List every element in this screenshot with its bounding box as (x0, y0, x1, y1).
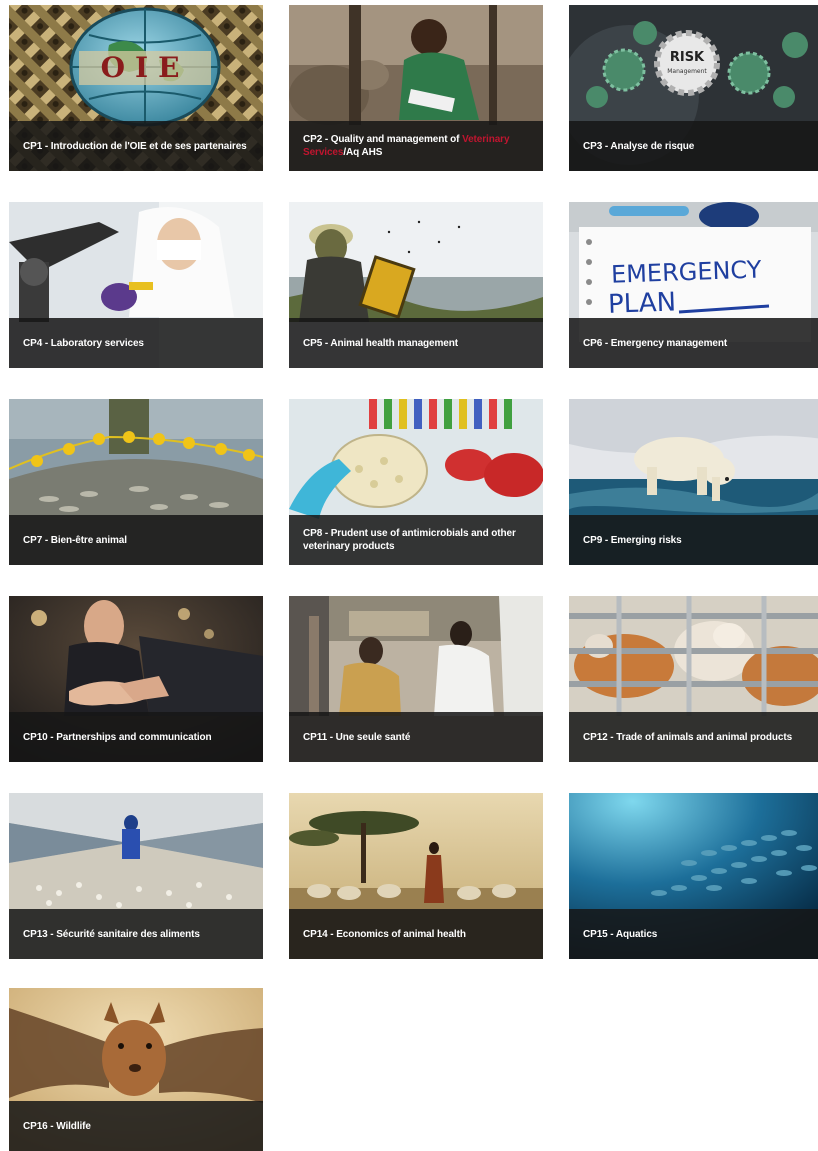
course-card-cp14[interactable]: CP14 - Economics of animal health (289, 793, 543, 959)
course-card-cp15-label: CP15 - Aquatics (569, 909, 818, 959)
svg-text:OIE: OIE (101, 51, 190, 84)
course-card-cp13[interactable]: CP13 - Sécurité sanitaire des aliments (9, 793, 263, 959)
course-card-cp4-label: CP4 - Laboratory services (9, 318, 263, 368)
course-card-cp15[interactable]: CP15 - Aquatics (569, 793, 818, 959)
course-card-cp8-label: CP8 - Prudent use of antimicrobials and … (289, 515, 543, 565)
course-card-cp9[interactable]: CP9 - Emerging risks (569, 399, 818, 565)
course-card-cp6[interactable]: EMERGENCY PLAN CP6 - Emergency managemen… (569, 202, 818, 368)
course-card-cp7-label: CP7 - Bien-être animal (9, 515, 263, 565)
course-card-cp5[interactable]: CP5 - Animal health management (289, 202, 543, 368)
svg-text:EMERGENCY: EMERGENCY (611, 255, 763, 288)
course-card-cp3-label: CP3 - Analyse de risque (569, 121, 818, 171)
course-card-cp11[interactable]: CP11 - Une seule santé (289, 596, 543, 762)
course-card-cp13-label: CP13 - Sécurité sanitaire des aliments (9, 909, 263, 959)
course-card-cp7[interactable]: CP7 - Bien-être animal (9, 399, 263, 565)
course-card-cp2-label: CP2 - Quality and management of Veterina… (289, 121, 543, 171)
course-card-cp8[interactable]: CP8 - Prudent use of antimicrobials and … (289, 399, 543, 565)
course-card-cp3[interactable]: RISK Management CP3 - Analyse de risque (569, 5, 818, 171)
svg-text:Management: Management (667, 68, 707, 75)
course-card-cp12[interactable]: CP12 - Trade of animals and animal produ… (569, 596, 818, 762)
course-grid: OIE CP1 - Introduction de l'OIE et de se… (0, 0, 818, 1151)
course-card-cp4[interactable]: CP4 - Laboratory services (9, 202, 263, 368)
course-card-cp5-label: CP5 - Animal health management (289, 318, 543, 368)
course-card-cp6-label: CP6 - Emergency management (569, 318, 818, 368)
course-card-cp11-label: CP11 - Une seule santé (289, 712, 543, 762)
course-card-cp1[interactable]: OIE CP1 - Introduction de l'OIE et de se… (9, 5, 263, 171)
course-card-cp9-label: CP9 - Emerging risks (569, 515, 818, 565)
course-card-cp10-label: CP10 - Partnerships and communication (9, 712, 263, 762)
course-card-cp16[interactable]: CP16 - Wildlife (9, 988, 263, 1151)
course-card-cp14-label: CP14 - Economics of animal health (289, 909, 543, 959)
course-card-cp12-label: CP12 - Trade of animals and animal produ… (569, 712, 818, 762)
course-card-cp16-label: CP16 - Wildlife (9, 1101, 263, 1151)
course-card-cp10[interactable]: CP10 - Partnerships and communication (9, 596, 263, 762)
svg-text:RISK: RISK (670, 50, 705, 65)
course-card-cp1-label: CP1 - Introduction de l'OIE et de ses pa… (9, 121, 263, 171)
course-card-cp2[interactable]: CP2 - Quality and management of Veterina… (289, 5, 543, 171)
svg-text:PLAN: PLAN (608, 287, 677, 319)
